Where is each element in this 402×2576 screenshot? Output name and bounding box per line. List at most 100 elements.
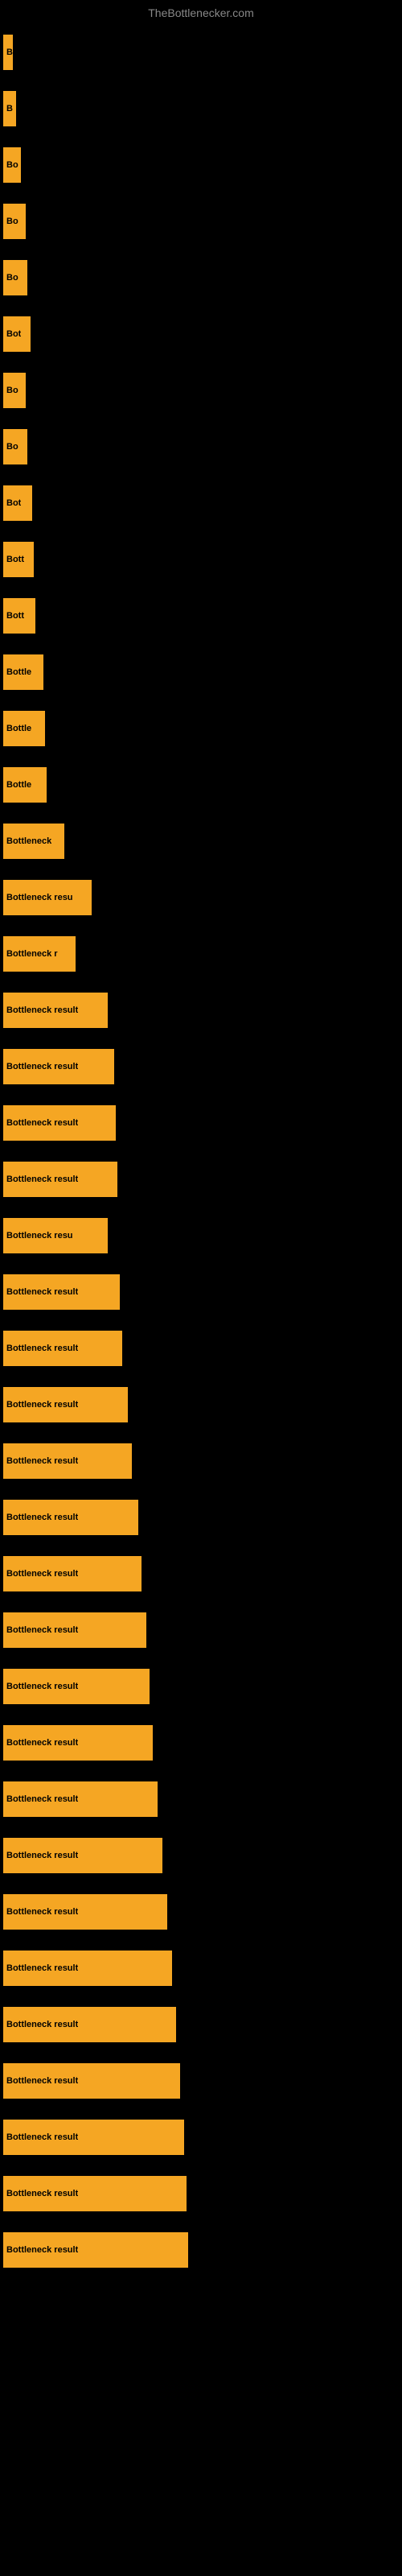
bar-label: Bottleneck result bbox=[6, 1174, 78, 1184]
bar: Bottleneck result bbox=[3, 1838, 162, 1873]
bar-row: Bottleneck result bbox=[0, 982, 402, 1038]
bar: Bottleneck bbox=[3, 824, 64, 859]
bar-row: Bot bbox=[0, 306, 402, 362]
bar-row: Bottleneck result bbox=[0, 1827, 402, 1884]
bar-row: B bbox=[0, 80, 402, 137]
bar-label: B bbox=[6, 47, 13, 57]
bar-label: Bottleneck result bbox=[6, 1794, 78, 1804]
bar-row: Bott bbox=[0, 588, 402, 644]
bar-row: Bottle bbox=[0, 644, 402, 700]
site-title: TheBottlenecker.com bbox=[0, 0, 402, 23]
bar-label: Bottleneck result bbox=[6, 1738, 78, 1748]
bar: Bottle bbox=[3, 767, 47, 803]
bar-label: Bottleneck result bbox=[6, 1344, 78, 1353]
bar-label: Bottleneck result bbox=[6, 1400, 78, 1410]
bar-label: Bo bbox=[6, 160, 18, 170]
bar-row: Bottleneck result bbox=[0, 1884, 402, 1940]
bar-row: Bottleneck result bbox=[0, 1658, 402, 1715]
bar: Bottleneck result bbox=[3, 1500, 138, 1535]
bar: Bottleneck result bbox=[3, 1387, 128, 1422]
bar: Bottleneck result bbox=[3, 1162, 117, 1197]
bar: Bott bbox=[3, 598, 35, 634]
bar: B bbox=[3, 35, 13, 70]
bar: Bottleneck result bbox=[3, 993, 108, 1028]
bar-label: Bot bbox=[6, 498, 21, 508]
bar-row: Bottleneck result bbox=[0, 1320, 402, 1377]
bar: Bot bbox=[3, 485, 32, 521]
bar-label: Bottleneck result bbox=[6, 1456, 78, 1466]
bar-label: Bottleneck resu bbox=[6, 1231, 73, 1241]
bar: Bot bbox=[3, 316, 31, 352]
bar-label: Bottleneck resu bbox=[6, 893, 73, 902]
bar-label: Bottle bbox=[6, 780, 31, 790]
bar-row: Bottleneck result bbox=[0, 2109, 402, 2165]
bar: Bo bbox=[3, 260, 27, 295]
bar-label: Bot bbox=[6, 329, 21, 339]
bar-row: Bottleneck result bbox=[0, 1996, 402, 2053]
bar-label: Bottleneck result bbox=[6, 1513, 78, 1522]
bar-row: B bbox=[0, 24, 402, 80]
bar-row: Bottleneck result bbox=[0, 1377, 402, 1433]
bar-row: Bottleneck result bbox=[0, 1264, 402, 1320]
bar: Bottleneck resu bbox=[3, 1218, 108, 1253]
bar-row: Bo bbox=[0, 137, 402, 193]
bar-label: Bott bbox=[6, 555, 24, 564]
bar-label: Bottleneck result bbox=[6, 1625, 78, 1635]
bar-label: Bottleneck result bbox=[6, 1851, 78, 1860]
bar: Bottle bbox=[3, 654, 43, 690]
bar-label: Bottleneck result bbox=[6, 1005, 78, 1015]
bar-row: Bottleneck r bbox=[0, 926, 402, 982]
bar-label: Bottle bbox=[6, 724, 31, 733]
bar: Bottleneck resu bbox=[3, 880, 92, 915]
bar-row: Bo bbox=[0, 250, 402, 306]
bar: Bottleneck result bbox=[3, 1556, 142, 1591]
bar-row: Bottleneck bbox=[0, 813, 402, 869]
bar-label: Bottleneck result bbox=[6, 1907, 78, 1917]
bar: Bottleneck result bbox=[3, 1612, 146, 1648]
bar-row: Bottleneck resu bbox=[0, 1208, 402, 1264]
bar: Bottleneck result bbox=[3, 1105, 116, 1141]
bar: B bbox=[3, 91, 16, 126]
bars-container: B B Bo Bo Bo Bot Bo Bo Bot Bott Bott Bottle Bottle Bo… bbox=[0, 24, 402, 2278]
bar-row: Bo bbox=[0, 193, 402, 250]
bar: Bottleneck r bbox=[3, 936, 76, 972]
bar: Bottleneck result bbox=[3, 2063, 180, 2099]
bar-row: Bott bbox=[0, 531, 402, 588]
bar-label: Bottleneck result bbox=[6, 1963, 78, 1973]
bar-row: Bo bbox=[0, 362, 402, 419]
bar-label: Bottleneck result bbox=[6, 1118, 78, 1128]
bar: Bottleneck result bbox=[3, 1725, 153, 1761]
bar-row: Bottleneck result bbox=[0, 2222, 402, 2278]
bar-row: Bottleneck result bbox=[0, 2053, 402, 2109]
bar-label: Bottleneck result bbox=[6, 2189, 78, 2198]
bar-label: Bottleneck bbox=[6, 836, 51, 846]
bar-label: Bo bbox=[6, 442, 18, 452]
bar: Bottleneck result bbox=[3, 1274, 120, 1310]
bar-label: Bottleneck result bbox=[6, 2132, 78, 2142]
bar-label: Bo bbox=[6, 386, 18, 395]
bar: Bo bbox=[3, 429, 27, 464]
bar-row: Bottleneck result bbox=[0, 1489, 402, 1546]
bar-row: Bottleneck resu bbox=[0, 869, 402, 926]
bar-label: Bottleneck result bbox=[6, 2076, 78, 2086]
bar-label: Bottleneck result bbox=[6, 2245, 78, 2255]
bar-row: Bottleneck result bbox=[0, 1151, 402, 1208]
bar-row: Bottleneck result bbox=[0, 1940, 402, 1996]
bar: Bottleneck result bbox=[3, 1669, 150, 1704]
bar: Bo bbox=[3, 147, 21, 183]
bar-label: Bottleneck result bbox=[6, 1682, 78, 1691]
bar: Bottleneck result bbox=[3, 1951, 172, 1986]
bar-label: Bo bbox=[6, 273, 18, 283]
bar-label: Bottleneck r bbox=[6, 949, 58, 959]
bar-row: Bottleneck result bbox=[0, 2165, 402, 2222]
bar-row: Bottleneck result bbox=[0, 1038, 402, 1095]
bar-label: Bo bbox=[6, 217, 18, 226]
bar: Bottleneck result bbox=[3, 1894, 167, 1930]
bar: Bottle bbox=[3, 711, 45, 746]
bar-label: Bottleneck result bbox=[6, 1062, 78, 1071]
bar-label: B bbox=[6, 104, 13, 114]
bar-row: Bottleneck result bbox=[0, 1433, 402, 1489]
bar-label: Bottleneck result bbox=[6, 1287, 78, 1297]
bar-row: Bottle bbox=[0, 757, 402, 813]
bar-row: Bo bbox=[0, 419, 402, 475]
